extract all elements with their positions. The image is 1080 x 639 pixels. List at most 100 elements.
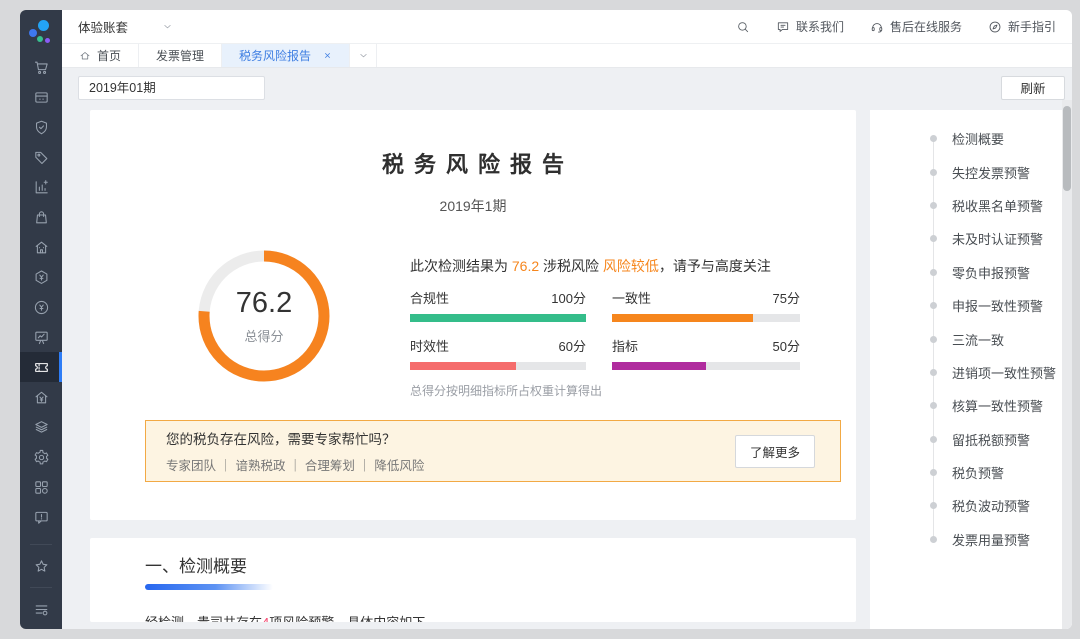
main-area: 体验账套 联系我们售后在线服务新手指引 首页发票管理税务风险报告 2019年01…	[62, 10, 1072, 629]
metric-track	[410, 314, 586, 322]
banner-text: 您的税负存在风险，需要专家帮忙吗？ 专家团队 ｜ 谙熟税政 ｜ 合理筹划 ｜ 降…	[166, 428, 424, 474]
tab-tax-risk-report[interactable]: 税务风险报告	[222, 44, 350, 67]
chevron-down-icon	[162, 21, 173, 32]
section-underline	[145, 584, 273, 590]
dot-icon	[930, 436, 937, 443]
scrollbar-thumb[interactable]	[1063, 106, 1071, 191]
app-window: 体验账套 联系我们售后在线服务新手指引 首页发票管理税务风险报告 2019年01…	[20, 10, 1072, 629]
sidebar-item-cart[interactable]	[20, 52, 62, 82]
app-logo-icon[interactable]	[29, 20, 53, 46]
feedback-icon	[33, 509, 50, 526]
sidebar-item-gear[interactable]	[20, 442, 62, 472]
anchor-nav-item[interactable]: 税负波动预警	[870, 489, 1072, 522]
section-body-prefix: 经检测，贵司共存在	[145, 615, 262, 622]
sidebar-item-board-chart[interactable]	[20, 322, 62, 352]
sidebar-item-tag[interactable]	[20, 142, 62, 172]
chat-square-icon	[776, 20, 790, 34]
sidebar-item-building[interactable]	[20, 232, 62, 262]
score-center: 76.2 总得分	[198, 250, 330, 382]
dot-icon	[930, 402, 937, 409]
anchor-nav-item[interactable]: 留抵税额预警	[870, 423, 1072, 456]
invoice-ticket-icon	[33, 359, 50, 376]
anchor-nav-label: 留抵税额预警	[952, 430, 1030, 449]
building-icon	[33, 239, 50, 256]
banner-title: 您的税负存在风险，需要专家帮忙吗？	[166, 428, 424, 448]
chart-add-icon	[33, 179, 50, 196]
section-title: 一、检测概要	[145, 552, 856, 577]
total-score-value: 76.2	[236, 287, 292, 320]
topbar-link-headset[interactable]: 售后在线服务	[870, 18, 962, 35]
anchor-nav-item[interactable]: 失控发票预警	[870, 155, 1072, 188]
page-body: 2019年01期 刷新 税务风险报告 2019年1期 76.2 总得分	[62, 67, 1072, 629]
tab-label: 税务风险报告	[239, 47, 311, 64]
dot-icon	[930, 336, 937, 343]
anchor-nav-item[interactable]: 检测概要	[870, 122, 1072, 155]
score-section: 76.2 总得分 此次检测结果为 76.2 涉税风险 风险较低，请予与高度关注 …	[198, 250, 856, 399]
anchor-nav-label: 进销项一致性预警	[952, 363, 1056, 382]
sidebar-menu	[20, 52, 62, 532]
metric-bar: 指标50分	[612, 336, 800, 370]
period-select[interactable]: 2019年01期	[78, 76, 265, 100]
anchor-nav-item[interactable]: 核算一致性预警	[870, 389, 1072, 422]
anchor-nav-item[interactable]: 申报一致性预警	[870, 289, 1072, 322]
anchor-nav-item[interactable]: 未及时认证预警	[870, 222, 1072, 255]
dot-icon	[930, 202, 937, 209]
tab-label: 发票管理	[156, 47, 204, 64]
list-settings-icon	[33, 601, 50, 618]
result-mid: 涉税风险	[539, 258, 603, 274]
anchor-nav: 检测概要失控发票预警税收黑名单预警未及时认证预警零负申报预警申报一致性预警三流一…	[870, 110, 1072, 556]
sidebar-item-star[interactable]	[20, 551, 62, 581]
learn-more-button[interactable]: 了解更多	[735, 435, 815, 468]
sidebar-item-storage-box[interactable]	[20, 82, 62, 112]
sidebar-item-coin-yen[interactable]	[20, 292, 62, 322]
topbar-link-compass[interactable]: 新手指引	[988, 18, 1056, 35]
anchor-nav-item[interactable]: 发票用量预警	[870, 523, 1072, 556]
dot-icon	[930, 302, 937, 309]
report-title: 税务风险报告	[90, 150, 856, 180]
topbar-link-chat-square[interactable]: 联系我们	[776, 18, 844, 35]
close-icon[interactable]	[323, 51, 332, 60]
metric-fill	[410, 314, 586, 322]
anchor-nav-label: 核算一致性预警	[952, 396, 1043, 415]
sidebar-divider	[30, 544, 52, 545]
sidebar-item-apps-grid[interactable]	[20, 472, 62, 502]
tab-invoice-management[interactable]: 发票管理	[139, 44, 222, 67]
sidebar-footer	[20, 538, 62, 624]
score-gauge: 76.2 总得分	[198, 250, 330, 382]
sidebar-item-chart-add[interactable]	[20, 172, 62, 202]
tag-icon	[33, 149, 50, 166]
anchor-nav-item[interactable]: 三流一致	[870, 322, 1072, 355]
tab-dropdown-button[interactable]	[350, 44, 377, 67]
search-icon[interactable]	[736, 20, 750, 34]
anchor-nav-item[interactable]: 零负申报预警	[870, 256, 1072, 289]
sidebar-item-house-yen[interactable]	[20, 382, 62, 412]
storage-box-icon	[33, 89, 50, 106]
tab-bar: 首页发票管理 税务风险报告	[62, 44, 1072, 68]
metric-track	[612, 314, 800, 322]
header-links-slot: 联系我们 售后在线服务 新手指引	[776, 18, 1056, 35]
account-selector[interactable]: 体验账套	[78, 17, 173, 36]
metrics-block: 此次检测结果为 76.2 涉税风险 风险较低，请予与高度关注 合规性100分一致…	[410, 250, 838, 399]
anchor-nav-item[interactable]: 税负预警	[870, 456, 1072, 489]
sidebar-item-badge-check[interactable]	[20, 112, 62, 142]
sidebar-item-layers[interactable]	[20, 412, 62, 442]
layers-icon	[33, 419, 50, 436]
metric-bar: 时效性60分	[410, 336, 586, 370]
sidebar-item-list-settings[interactable]	[20, 594, 62, 624]
star-icon	[33, 558, 50, 575]
refresh-button[interactable]: 刷新	[1001, 76, 1065, 100]
apps-grid-icon	[33, 479, 50, 496]
tab-home[interactable]: 首页	[62, 44, 139, 67]
anchor-nav-item[interactable]: 进销项一致性预警	[870, 356, 1072, 389]
result-score: 76.2	[512, 258, 539, 274]
sidebar-item-hexagon-yen[interactable]	[20, 262, 62, 292]
sidebar-item-invoice-ticket[interactable]	[20, 352, 62, 382]
metrics-grid: 合规性100分一致性75分时效性60分指标50分	[410, 288, 838, 370]
anchor-nav-label: 税负波动预警	[952, 496, 1030, 515]
sidebar-item-feedback[interactable]	[20, 502, 62, 532]
anchor-nav-item[interactable]: 税收黑名单预警	[870, 189, 1072, 222]
sidebar-item-bag[interactable]	[20, 202, 62, 232]
gear-icon	[33, 449, 50, 466]
summary-card: 一、检测概要 经检测，贵司共存在4项风险预警。具体内容如下。	[90, 538, 856, 622]
metric-score: 60分	[559, 336, 586, 355]
